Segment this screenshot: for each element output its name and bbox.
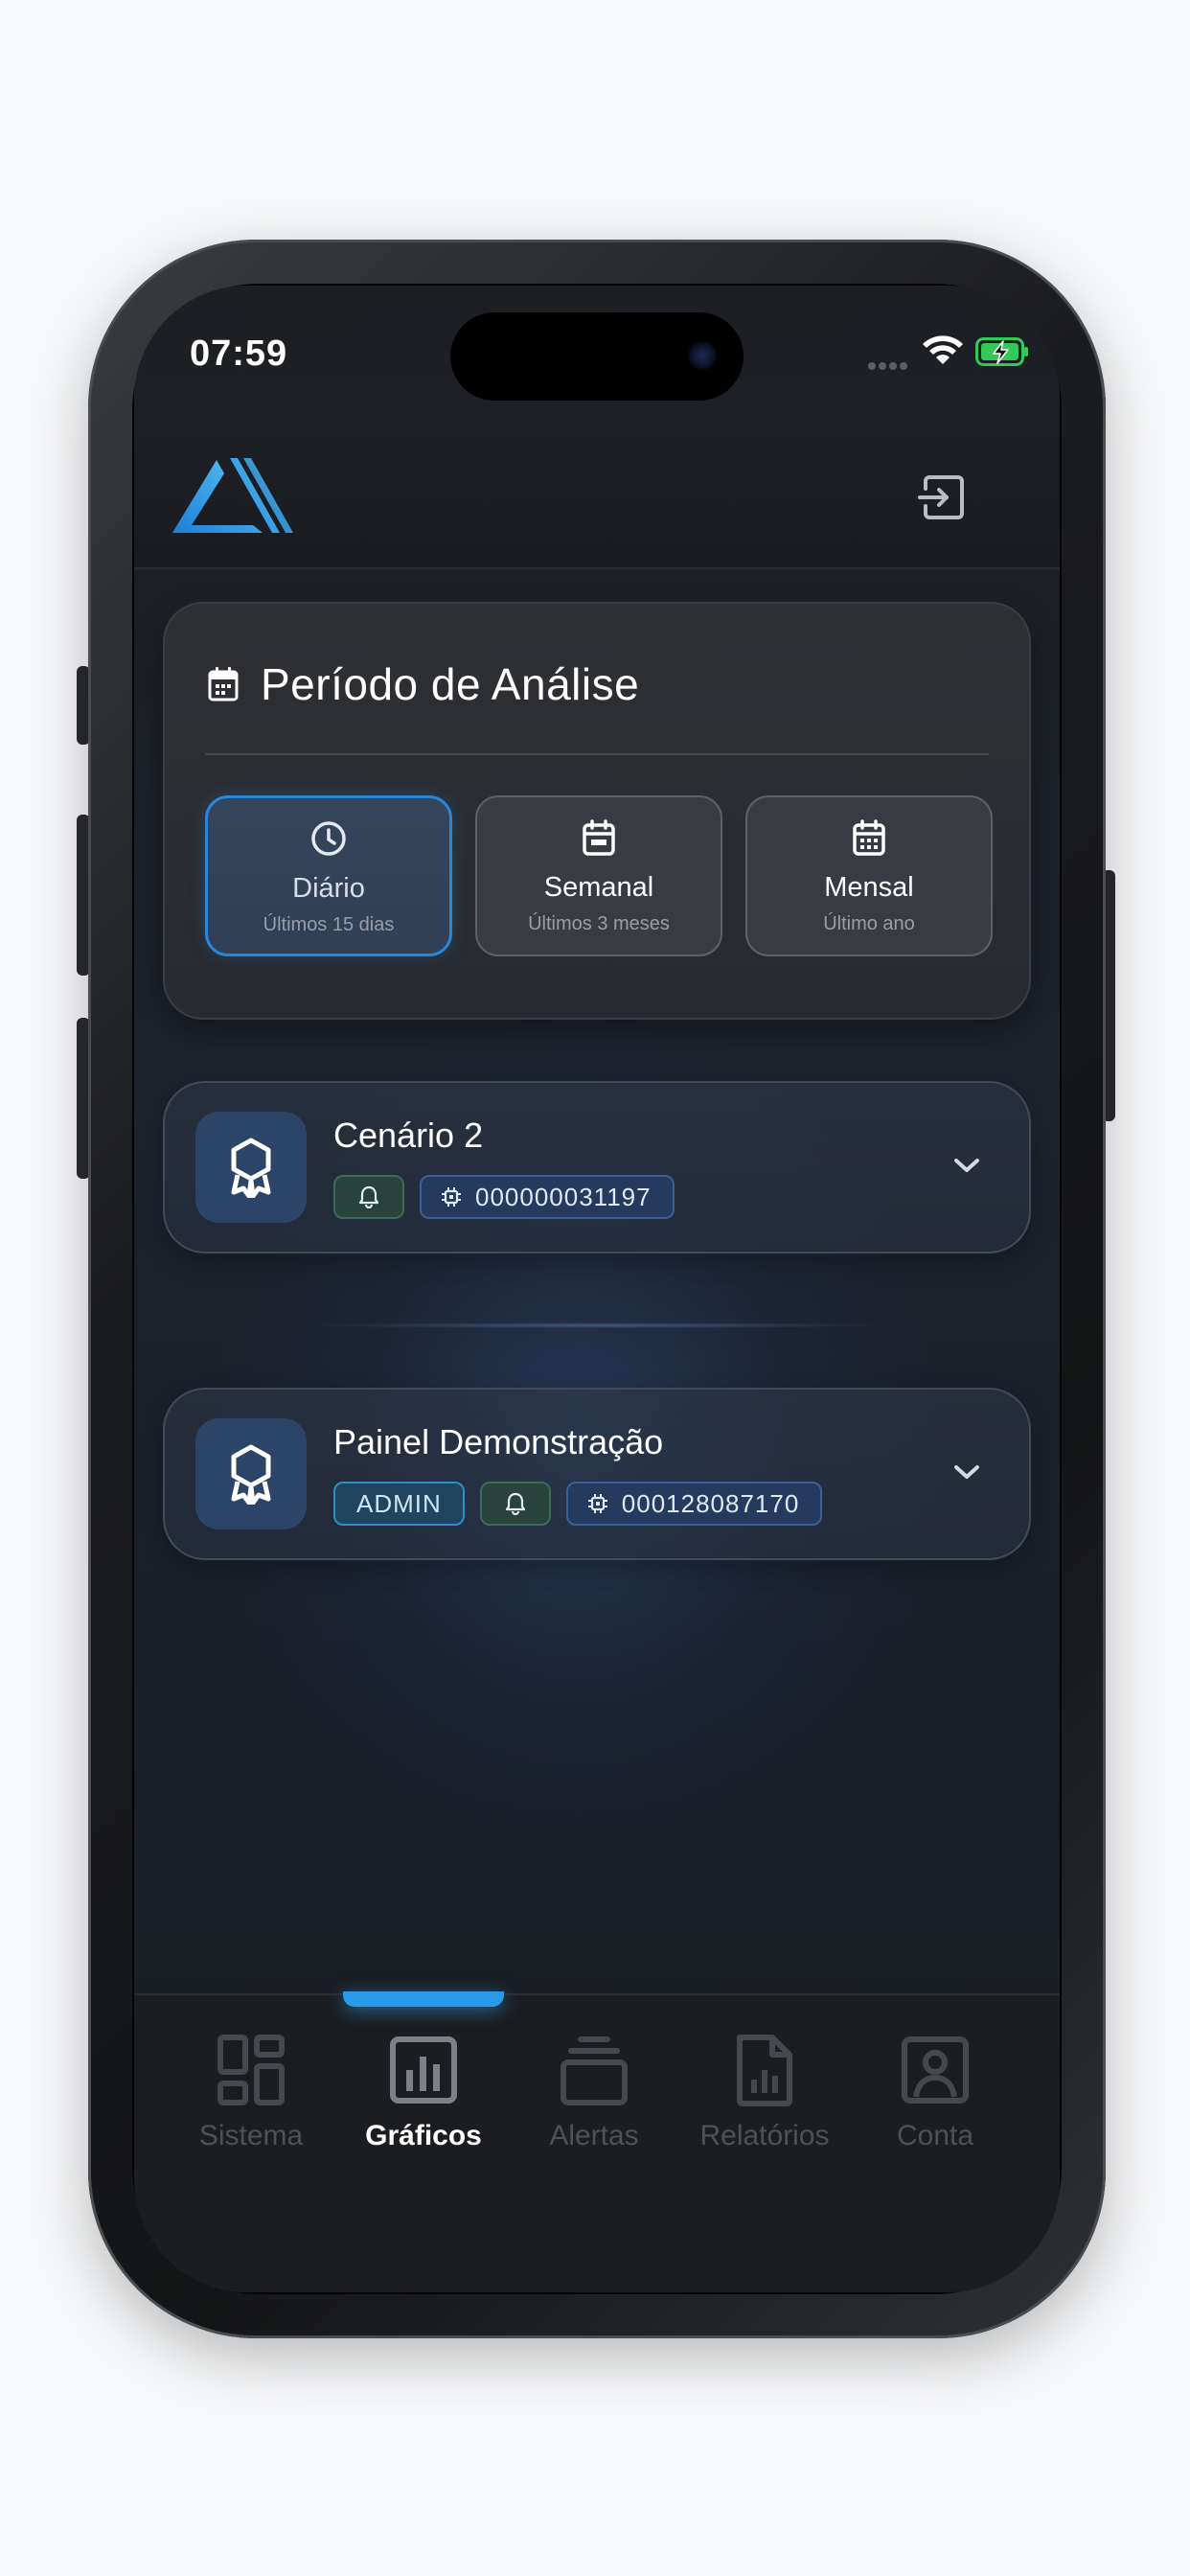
- bell-icon: [505, 1492, 525, 1515]
- bottom-navigation: Sistema Gráficos Alertas Relatórios Cont…: [134, 1991, 1060, 2292]
- period-option-sub: Últimos 3 meses: [528, 913, 670, 934]
- device-id-badge: 000000031197: [420, 1175, 675, 1219]
- period-option-label: Diário: [292, 873, 365, 904]
- brand-logo-icon: [172, 458, 293, 533]
- period-options: Diário Últimos 15 dias Semanal Últimos 3…: [205, 795, 993, 956]
- device-badges: 000000031197: [333, 1175, 690, 1219]
- award-icon: [231, 1138, 271, 1198]
- app-header: [134, 429, 1060, 569]
- calendar-grid-icon: [853, 819, 885, 856]
- camera-icon: [688, 341, 717, 370]
- dashboard-icon: [217, 2035, 285, 2105]
- app-screen: 07:59 Período de Análise Diário Últimos …: [134, 286, 1060, 2292]
- separator-glow: [307, 1322, 891, 1328]
- layers-icon: [561, 2036, 628, 2105]
- period-card: Período de Análise Diário Últimos 15 dia…: [163, 602, 1031, 1020]
- device-id: 000000031197: [475, 1182, 652, 1211]
- device-card[interactable]: Cenário 2 000000031197: [163, 1081, 1031, 1254]
- nav-item-relatorios[interactable]: Relatórios: [678, 2034, 851, 2177]
- admin-badge: ADMIN: [333, 1482, 465, 1526]
- nav-item-graficos[interactable]: Gráficos: [337, 2034, 510, 2177]
- device-avatar: [195, 1112, 307, 1223]
- device-id-badge: 000128087170: [565, 1482, 823, 1526]
- device-avatar: [195, 1418, 307, 1530]
- active-tab-indicator: [343, 1991, 504, 2007]
- battery-icon: [975, 337, 1028, 366]
- device-name: Painel Demonstração: [333, 1422, 664, 1461]
- chip-icon: [587, 1494, 607, 1513]
- period-option-label: Semanal: [543, 872, 654, 903]
- nav-item-sistema[interactable]: Sistema: [165, 2034, 337, 2177]
- background: [134, 286, 1060, 2292]
- bar-chart-icon: [390, 2036, 457, 2104]
- status-time: 07:59: [190, 334, 288, 374]
- wifi-icon: [923, 335, 963, 364]
- user-account-icon: [902, 2036, 969, 2104]
- device-badges: ADMIN 000128087170: [333, 1482, 837, 1526]
- device-id: 000128087170: [621, 1488, 800, 1518]
- alert-badge: [479, 1482, 551, 1526]
- period-option-daily[interactable]: Diário Últimos 15 dias: [205, 795, 452, 956]
- period-option-sub: Últimos 15 dias: [263, 914, 395, 935]
- clock-icon: [311, 821, 346, 856]
- nav-item-conta[interactable]: Conta: [849, 2034, 1021, 2177]
- chip-icon: [442, 1187, 461, 1207]
- report-icon: [737, 2035, 792, 2106]
- signal-icon: [868, 357, 910, 370]
- alert-badge: [333, 1175, 404, 1219]
- device-card[interactable]: Painel Demonstração ADMIN 000128087170: [163, 1388, 1031, 1560]
- bell-icon: [358, 1185, 379, 1208]
- status-bar: 07:59: [134, 286, 1060, 410]
- chevron-down-icon[interactable]: [952, 1462, 981, 1482]
- chevron-down-icon[interactable]: [952, 1156, 981, 1175]
- dynamic-island: [450, 312, 744, 401]
- calendar-icon: [583, 819, 615, 856]
- divider: [205, 753, 989, 755]
- nav-label: Gráficos: [365, 2120, 482, 2151]
- award-icon: [231, 1444, 271, 1505]
- device-name: Cenário 2: [333, 1116, 484, 1155]
- nav-item-alertas[interactable]: Alertas: [508, 2034, 680, 2177]
- nav-label: Sistema: [198, 2120, 304, 2151]
- period-header: Período de Análise: [207, 656, 639, 713]
- period-option-monthly[interactable]: Mensal Último ano: [745, 795, 993, 956]
- logout-icon[interactable]: [916, 472, 968, 523]
- period-option-sub: Último ano: [823, 913, 915, 934]
- period-option-weekly[interactable]: Semanal Últimos 3 meses: [475, 795, 722, 956]
- calendar-icon: [208, 667, 239, 702]
- period-option-label: Mensal: [824, 872, 914, 903]
- nav-label: Alertas: [549, 2120, 639, 2151]
- period-title: Período de Análise: [261, 659, 640, 709]
- nav-label: Relatórios: [699, 2120, 830, 2151]
- nav-label: Conta: [896, 2120, 974, 2151]
